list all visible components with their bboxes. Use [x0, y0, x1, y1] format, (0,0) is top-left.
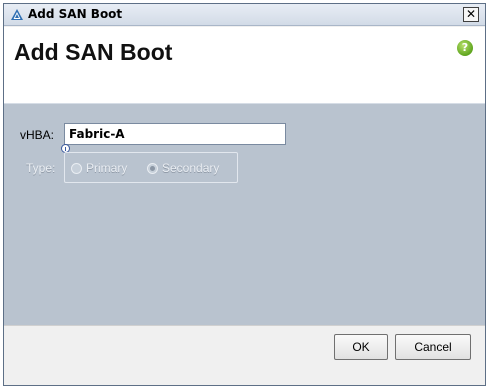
dialog-footer: OK Cancel [4, 325, 485, 385]
radio-secondary: Secondary [147, 161, 219, 175]
dialog-header: Add SAN Boot ? [4, 27, 485, 103]
radio-secondary-dot [147, 162, 158, 174]
vhba-input[interactable] [64, 123, 286, 145]
radio-primary: Primary [71, 161, 127, 175]
type-label: Type: [26, 161, 56, 175]
page-title: Add SAN Boot [14, 39, 173, 65]
radio-primary-dot [71, 162, 82, 174]
radio-secondary-label: Secondary [162, 161, 220, 175]
window-title: Add SAN Boot [28, 7, 123, 21]
app-icon [11, 9, 23, 20]
title-bar[interactable]: Add SAN Boot ✕ [4, 4, 485, 26]
ok-button[interactable]: OK [334, 334, 388, 360]
form-panel: vHBA: Type: Primary Secondary [4, 103, 485, 325]
dialog-window: Add SAN Boot ✕ Add SAN Boot ? vHBA: Type… [3, 3, 486, 386]
radio-primary-label: Primary [86, 161, 128, 175]
type-radio-group: Primary Secondary [64, 152, 238, 183]
close-button[interactable]: ✕ [463, 7, 479, 22]
vhba-label: vHBA: [20, 128, 55, 142]
cancel-button[interactable]: Cancel [395, 334, 471, 360]
help-icon[interactable]: ? [457, 40, 473, 56]
